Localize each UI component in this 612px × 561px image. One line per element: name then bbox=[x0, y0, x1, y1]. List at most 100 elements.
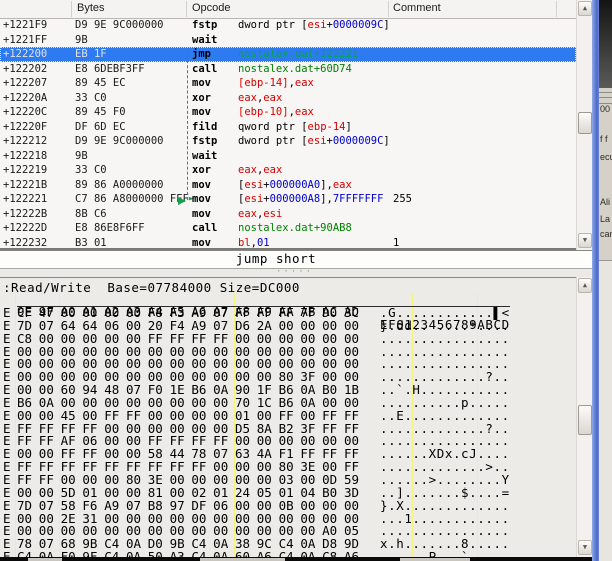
opcode-bytes: EB 1F bbox=[75, 47, 107, 62]
dump-column-header: 9E9FA0A1A2A3A4A5A6A7A8A9AAABACAD EF01234… bbox=[0, 293, 576, 306]
address: +12220A bbox=[3, 91, 47, 106]
background-window-edge: 00f fecuAliLacan bbox=[592, 0, 612, 561]
disasm-row[interactable]: +12222DE8 86E8F6FFcallnostalex.dat+90AB8 bbox=[0, 221, 576, 236]
disasm-row[interactable]: +122207 89 45 EC mov [ebp-14],eax bbox=[0, 76, 576, 91]
mnemonic: wait bbox=[192, 149, 217, 164]
opcode-bytes: 33 C0 bbox=[75, 163, 107, 178]
operands: eax,eax bbox=[238, 163, 282, 178]
operands: dword ptr [esi+0000009C] bbox=[238, 134, 390, 149]
disasm-row[interactable]: +12221B89 86 A0000000mov[esi+000000A0],e… bbox=[0, 178, 576, 193]
opcode-bytes: E8 6DEBF3FF bbox=[75, 62, 145, 77]
dump-rows: ECF4700000000F8F3A907FFFFFF7FD03C.G.....… bbox=[0, 307, 576, 558]
disasm-row[interactable]: +12220F DF 6D EC fild qword ptr [ebp-14] bbox=[0, 120, 576, 135]
operands: nostalex.dat+122221 bbox=[238, 47, 358, 62]
column-separator bbox=[71, 1, 72, 17]
address: +122232 bbox=[3, 236, 47, 249]
address: +12222D bbox=[3, 221, 47, 236]
column-header-bytes: Bytes bbox=[77, 2, 105, 14]
operands: nostalex.dat+60D74 bbox=[238, 62, 352, 77]
scroll-up-icon[interactable]: ▲ bbox=[578, 278, 592, 293]
disasm-row[interactable]: +122221C7 86 A8000000 FFF►mov[esi+000000… bbox=[0, 192, 576, 207]
operands: bl,01 bbox=[238, 236, 270, 249]
column-separator bbox=[186, 1, 187, 17]
scroll-down-icon[interactable]: ▼ bbox=[578, 233, 592, 248]
scroll-down-icon[interactable]: ▼ bbox=[578, 540, 592, 555]
mnemonic: xor bbox=[192, 163, 211, 178]
disasm-scrollbar[interactable]: ▲ ▼ bbox=[576, 0, 593, 250]
splitter-grip-icon: ····· bbox=[276, 270, 316, 275]
jump-target-arrow-icon bbox=[178, 197, 186, 205]
opcode-bytes: DF 6D EC bbox=[75, 120, 126, 135]
background-text-fragment: ecu bbox=[600, 152, 612, 162]
operands: [ebp-10],eax bbox=[238, 105, 314, 120]
operands: eax,eax bbox=[238, 91, 282, 106]
address: +12221B bbox=[3, 178, 47, 193]
background-panel bbox=[599, 260, 612, 561]
disasm-row[interactable]: +122232 B3 01 mov bl,01 1 bbox=[0, 236, 576, 249]
hex-bytes: C40AF09FC40A50A3C40A60A6C40AC8A6 bbox=[17, 551, 366, 558]
hexdump-pane[interactable]: :Read/Write Base=07784000 Size=DC000 9E9… bbox=[0, 277, 576, 558]
mnemonic: fild bbox=[192, 120, 217, 135]
background-text-fragment: La bbox=[600, 214, 610, 224]
address: +1221FF bbox=[3, 33, 47, 48]
mnemonic: call bbox=[192, 221, 217, 236]
dump-row[interactable]: EC40AF09FC40A50A3C40A60A6C40AC8A6......P… bbox=[0, 551, 576, 558]
disasm-row[interactable]: +1222189Bwait bbox=[0, 149, 576, 164]
disasm-row-selected[interactable]: +122200 EB 1F jmp nostalex.dat+122221 bbox=[0, 47, 576, 62]
dump-scrollbar[interactable]: ▲ ▼ bbox=[576, 277, 593, 557]
address: +122202 bbox=[3, 62, 47, 77]
dump-scrollbar-thumb[interactable] bbox=[578, 405, 592, 435]
disasm-row[interactable]: +1221F9D9 9E 9C000000fstpdword ptr [esi+… bbox=[0, 18, 576, 33]
pane-splitter[interactable]: ····· bbox=[0, 269, 592, 277]
operands: [esi+000000A8],7FFFFFFF bbox=[238, 192, 383, 207]
background-dark-area bbox=[599, 0, 612, 88]
mnemonic: mov bbox=[192, 76, 211, 91]
disasm-row[interactable]: +12220A 33 C0 xor eax,eax bbox=[0, 91, 576, 106]
disasm-row[interactable]: +122202 E8 6DEBF3FF call nostalex.dat+60D74 bbox=[0, 62, 576, 77]
info-bar: jump short bbox=[0, 250, 592, 269]
disassembly-column-header: Bytes Opcode Comment bbox=[0, 0, 576, 19]
disasm-scrollbar-thumb[interactable] bbox=[578, 112, 592, 134]
disasm-row[interactable]: +122219 33 C0 xor eax,eax bbox=[0, 163, 576, 178]
address: +122207 bbox=[3, 76, 47, 91]
mnemonic: mov bbox=[192, 236, 211, 249]
background-text-fragment: 00 bbox=[600, 104, 610, 114]
opcode-bytes: 89 45 EC bbox=[75, 76, 126, 91]
comment: 255 bbox=[393, 192, 412, 207]
opcode-bytes: D9 9E 9C000000 bbox=[75, 18, 164, 33]
opcode-bytes: C7 86 A8000000 FFF► bbox=[75, 192, 189, 207]
address: +122219 bbox=[3, 163, 47, 178]
address: +122200 bbox=[3, 47, 47, 62]
address: +122212 bbox=[3, 134, 47, 149]
mnemonic: mov bbox=[192, 192, 211, 207]
comment: 1 bbox=[393, 236, 399, 249]
address-clipped: E bbox=[3, 551, 11, 558]
disasm-row[interactable]: +12220C89 45 F0mov[ebp-10],eax bbox=[0, 105, 576, 120]
disasm-row[interactable]: +12222B8B C6moveax,esi bbox=[0, 207, 576, 222]
opcode-bytes: 8B C6 bbox=[75, 207, 107, 222]
mnemonic: xor bbox=[192, 91, 211, 106]
disassembly-pane[interactable]: Bytes Opcode Comment +1221F9 D9 9E 9C0000… bbox=[0, 0, 576, 250]
operands: qword ptr [ebp-14] bbox=[238, 120, 352, 135]
disasm-row[interactable]: +1221FF9Bwait bbox=[0, 33, 576, 48]
disasm-rows: +1221F9 D9 9E 9C000000 fstp dword ptr [esi+… bbox=[0, 18, 576, 248]
mnemonic: jmp bbox=[192, 47, 211, 62]
window-border bbox=[592, 0, 599, 561]
operands: [esi+000000A0],eax bbox=[238, 178, 352, 193]
scroll-up-icon[interactable]: ▲ bbox=[578, 1, 592, 16]
background-text-fragment: f f bbox=[600, 134, 608, 144]
address: +122218 bbox=[3, 149, 47, 164]
operands: [ebp-14],eax bbox=[238, 76, 314, 91]
column-header-opcode: Opcode bbox=[192, 2, 231, 14]
mnemonic: call bbox=[192, 62, 217, 77]
mnemonic: mov bbox=[192, 178, 211, 193]
opcode-bytes: E8 86E8F6FF bbox=[75, 221, 145, 236]
info-bar-text: jump short bbox=[236, 251, 316, 267]
disasm-row[interactable]: +122212D9 9E 9C000000fstpdword ptr [esi+… bbox=[0, 134, 576, 149]
address: +12220F bbox=[3, 120, 47, 135]
mnemonic: fstp bbox=[192, 134, 217, 149]
opcode-bytes: 33 C0 bbox=[75, 91, 107, 106]
mnemonic: fstp bbox=[192, 18, 217, 33]
address: +1221F9 bbox=[3, 18, 47, 33]
opcode-bytes: B3 01 bbox=[75, 236, 107, 249]
